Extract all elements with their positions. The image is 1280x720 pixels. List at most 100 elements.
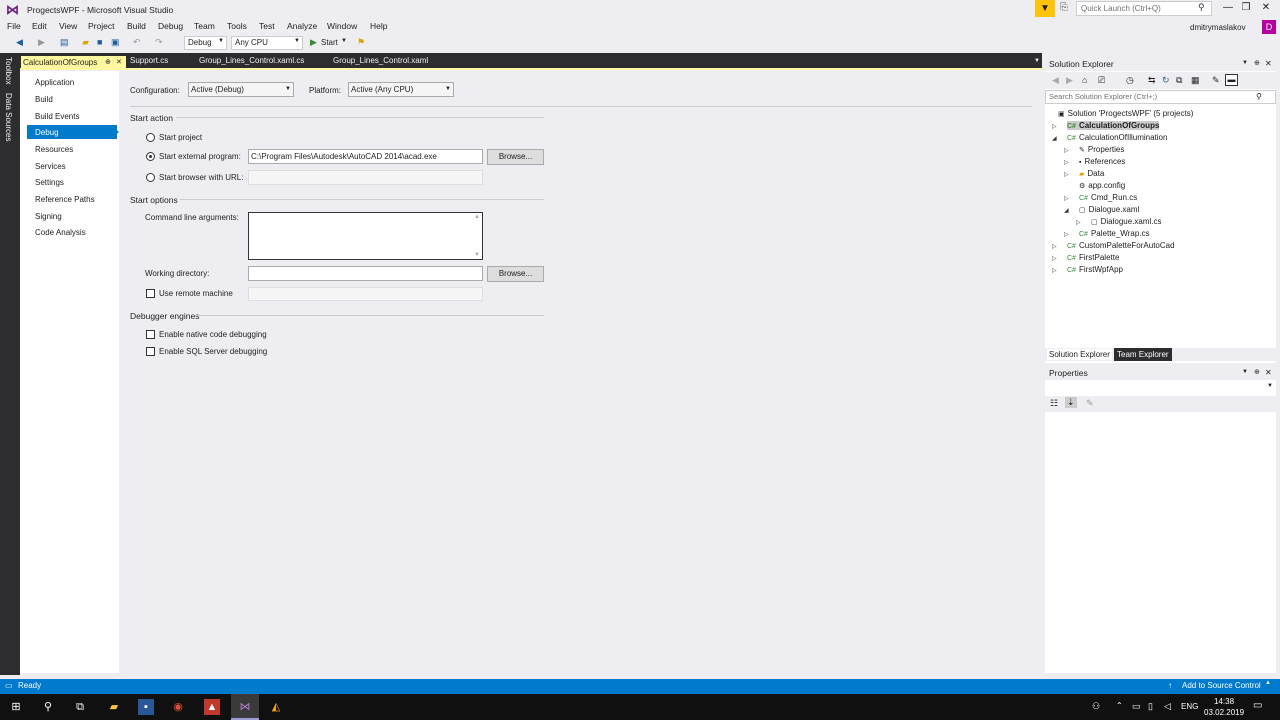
restore-icon[interactable]: ❐: [1238, 2, 1254, 13]
preview-icon[interactable]: ▬: [1225, 74, 1238, 86]
menu-test[interactable]: Test: [259, 21, 275, 31]
nav-item-build[interactable]: Build: [35, 95, 53, 104]
dropdown-icon[interactable]: ▼: [1242, 369, 1248, 375]
collapse-all-icon[interactable]: ⧉: [1176, 75, 1182, 86]
tree-cmd-run[interactable]: C# Cmd_Run.cs: [1079, 193, 1137, 202]
alphabetical-icon[interactable]: ⇣: [1065, 397, 1077, 408]
new-project-icon[interactable]: ▤: [60, 37, 69, 48]
tree-project-calculationofillumination[interactable]: C# CalculationOfIllumination: [1067, 133, 1167, 142]
tree-dialogue-xaml-cs[interactable]: ▢ Dialogue.xaml.cs: [1091, 217, 1162, 226]
menu-build[interactable]: Build: [127, 21, 146, 31]
back-icon[interactable]: ◀: [16, 37, 23, 48]
show-all-files-icon[interactable]: ▦: [1191, 75, 1200, 86]
windows-start-icon[interactable]: ⊞: [8, 699, 24, 715]
expand-icon[interactable]: ▷: [1064, 159, 1069, 166]
tree-data-folder[interactable]: ▰ Data: [1079, 169, 1104, 178]
pending-changes-icon[interactable]: ◷: [1126, 75, 1134, 86]
nav-item-application[interactable]: Application: [35, 78, 74, 87]
notifications-icon[interactable]: ▭: [1253, 700, 1262, 711]
tree-dialogue-xaml[interactable]: ▢ Dialogue.xaml: [1079, 205, 1139, 214]
search-icon[interactable]: ⚲: [40, 699, 56, 715]
menu-analyze[interactable]: Analyze: [287, 21, 317, 31]
scroll-up-icon[interactable]: ▲: [474, 214, 480, 220]
save-app-icon[interactable]: ▪: [138, 699, 154, 715]
tree-solution[interactable]: ▣ Solution 'ProgectsWPF' (5 projects): [1058, 109, 1193, 118]
tab-toolbox[interactable]: Toolbox: [4, 57, 13, 85]
expand-icon[interactable]: ▷: [1064, 147, 1069, 154]
configuration-select[interactable]: Active (Debug) ▼: [188, 82, 294, 97]
file-explorer-icon[interactable]: ▰: [106, 699, 122, 715]
battery-icon[interactable]: ▯: [1148, 701, 1153, 712]
tab-solution-explorer[interactable]: Solution Explorer: [1047, 349, 1112, 360]
feedback-filter-icon[interactable]: ▼: [1035, 0, 1055, 17]
native-debug-checkbox[interactable]: [146, 330, 155, 339]
play-icon[interactable]: ▶: [310, 37, 317, 48]
tab-group-lines-control-xaml[interactable]: Group_Lines_Control.xaml: [333, 56, 428, 70]
tree-references[interactable]: ▪ References: [1079, 157, 1125, 166]
nav-item-services[interactable]: Services: [35, 162, 66, 171]
pin-icon[interactable]: ⊕: [1254, 59, 1260, 67]
minimize-icon[interactable]: —: [1220, 2, 1236, 13]
forward-icon[interactable]: ▶: [38, 37, 45, 48]
sql-debug-checkbox[interactable]: [146, 347, 155, 356]
working-dir-input[interactable]: [248, 266, 483, 281]
search-icon[interactable]: ⚲: [1198, 2, 1205, 13]
tree-project-firstwpfapp[interactable]: C# FirstWpfApp: [1067, 265, 1123, 274]
nav-item-reference-paths[interactable]: Reference Paths: [35, 195, 95, 204]
switch-views-icon[interactable]: ⎚: [1098, 75, 1105, 86]
tab-calculationofgroups[interactable]: CalculationOfGroups ⊕ ✕: [21, 56, 126, 70]
app-icon[interactable]: ◭: [268, 699, 284, 715]
tree-properties[interactable]: ✎ Properties: [1079, 145, 1124, 154]
start-browser-radio[interactable]: [146, 173, 155, 182]
expand-icon[interactable]: ▷: [1052, 255, 1057, 262]
tree-project-custompalette[interactable]: C# CustomPaletteForAutoCad: [1067, 241, 1175, 250]
remote-machine-checkbox[interactable]: [146, 289, 155, 298]
tab-support[interactable]: Support.cs: [130, 56, 168, 70]
close-icon[interactable]: ✕: [1258, 2, 1274, 13]
expand-icon[interactable]: ▷: [1064, 195, 1069, 202]
nav-item-settings[interactable]: Settings: [35, 178, 64, 187]
categorized-icon[interactable]: ☷: [1050, 398, 1058, 409]
platform-select[interactable]: Active (Any CPU) ▼: [348, 82, 454, 97]
platform-dropdown[interactable]: Any CPU ▼: [231, 36, 303, 50]
pin-icon[interactable]: ⊕: [105, 58, 111, 66]
property-pages-icon[interactable]: ✎: [1086, 398, 1094, 409]
tree-project-calculationofgroups[interactable]: C# CalculationOfGroups: [1067, 121, 1160, 130]
menu-team[interactable]: Team: [194, 21, 215, 31]
undo-icon[interactable]: ↶: [133, 37, 141, 48]
chevron-up-icon[interactable]: ⌃: [1116, 701, 1123, 710]
nav-item-resources[interactable]: Resources: [35, 145, 73, 154]
tree-palette-wrap[interactable]: C# Palette_Wrap.cs: [1079, 229, 1150, 238]
feedback-icon[interactable]: ⎘: [1060, 2, 1068, 13]
tab-team-explorer[interactable]: Team Explorer: [1114, 348, 1172, 361]
expand-icon[interactable]: ▷: [1052, 243, 1057, 250]
save-all-icon[interactable]: ▣: [111, 37, 120, 48]
start-external-radio[interactable]: [146, 152, 155, 161]
menu-file[interactable]: File: [7, 21, 21, 31]
back-icon[interactable]: ◀: [1052, 75, 1059, 86]
menu-help[interactable]: Help: [370, 21, 387, 31]
expand-icon[interactable]: ▷: [1076, 219, 1081, 226]
clock-date[interactable]: 03.02.2019: [1204, 708, 1244, 717]
upload-icon[interactable]: ↑: [1168, 681, 1172, 690]
open-icon[interactable]: ▰: [82, 37, 89, 48]
collapse-icon[interactable]: ◢: [1052, 135, 1057, 142]
nav-item-signing[interactable]: Signing: [35, 212, 62, 221]
menu-tools[interactable]: Tools: [227, 21, 247, 31]
external-program-input[interactable]: C:\Program Files\Autodesk\AutoCAD 2014\a…: [248, 149, 483, 164]
menu-view[interactable]: View: [59, 21, 77, 31]
close-icon[interactable]: ✕: [1265, 59, 1272, 68]
volume-icon[interactable]: ◁: [1164, 701, 1171, 712]
solution-explorer-search[interactable]: Search Solution Explorer (Ctrl+;): [1045, 90, 1276, 104]
add-source-control[interactable]: Add to Source Control: [1182, 681, 1261, 690]
clock-time[interactable]: 14:38: [1214, 697, 1234, 706]
chevron-up-icon[interactable]: ▲: [1265, 680, 1271, 686]
sync-icon[interactable]: ⇆: [1148, 75, 1156, 86]
config-dropdown[interactable]: Debug ▼: [184, 36, 227, 50]
redo-icon[interactable]: ↷: [155, 37, 163, 48]
browse-program-button[interactable]: Browse...: [487, 149, 544, 165]
search-icon[interactable]: ⚲: [1256, 92, 1262, 101]
menu-debug[interactable]: Debug: [158, 21, 183, 31]
home-icon[interactable]: ⌂: [1082, 75, 1087, 85]
close-icon[interactable]: ✕: [1265, 368, 1272, 377]
